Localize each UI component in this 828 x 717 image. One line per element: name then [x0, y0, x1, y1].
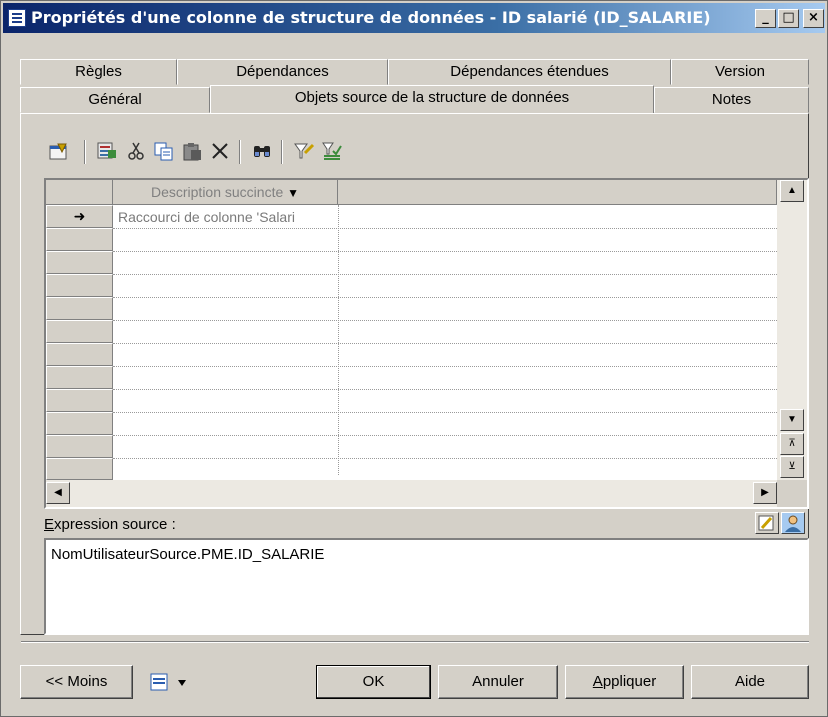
row-header[interactable] [46, 297, 113, 320]
row-header[interactable] [46, 458, 113, 480]
column-header-description[interactable]: Description succincte ▼ [113, 180, 338, 205]
divider [21, 641, 809, 643]
properties-icon[interactable] [48, 140, 70, 162]
grid-line [113, 274, 777, 275]
row-header[interactable] [46, 274, 113, 297]
user-expression-button[interactable] [781, 512, 805, 534]
apply-accesskey: A [592, 673, 603, 690]
grid-line [113, 320, 777, 321]
expression-label-rest: xpression source : [54, 516, 176, 533]
ok-button[interactable]: OK [316, 665, 431, 699]
customize-columns-icon[interactable] [321, 140, 343, 162]
row-header[interactable] [46, 389, 113, 412]
scroll-bottom-button[interactable]: ⊻ [780, 456, 804, 478]
title-bar[interactable]: Propriétés d'une colonne de structure de… [3, 3, 825, 33]
expression-label: Expression source : [44, 516, 176, 533]
paste-icon[interactable] [181, 140, 203, 162]
tab-version[interactable]: Version [671, 59, 809, 85]
scroll-down-button[interactable]: ▼ [780, 409, 804, 431]
row-header[interactable] [46, 343, 113, 366]
horizontal-scrollbar[interactable]: ◀ ▶ [46, 480, 777, 507]
source-objects-grid[interactable]: Description succincte ▼ ➜ Raccourci de c… [44, 178, 809, 509]
tab-dependances-etendues[interactable]: Dépendances étendues [388, 59, 671, 85]
grid-line [338, 205, 339, 475]
scroll-right-button[interactable]: ▶ [753, 482, 777, 504]
filter-icon[interactable] [293, 140, 315, 162]
scroll-top-button[interactable]: ⊼ [780, 433, 804, 455]
current-row-arrow-icon: ➜ [73, 208, 86, 224]
grid-corner-header [46, 180, 113, 205]
row-header[interactable] [46, 251, 113, 274]
tab-objets-source[interactable]: Objets source de la structure de données [210, 85, 654, 113]
delete-icon[interactable] [209, 140, 231, 162]
minimize-button[interactable]: _ [755, 9, 776, 28]
copy-icon[interactable] [153, 140, 175, 162]
less-button[interactable]: << Moins [20, 665, 133, 699]
print-menu-button[interactable] [139, 665, 201, 699]
cancel-button[interactable]: Annuler [438, 665, 558, 699]
scroll-left-button[interactable]: ◀ [46, 482, 70, 504]
row-header[interactable] [46, 435, 113, 458]
grid-line [113, 343, 777, 344]
edit-pencil-icon [758, 515, 774, 531]
print-icon [150, 673, 186, 691]
tab-regles[interactable]: Règles [20, 59, 177, 85]
scroll-up-button[interactable]: ▲ [780, 180, 804, 202]
add-objects-icon[interactable] [96, 140, 118, 162]
row-header[interactable]: ➜ [46, 205, 113, 228]
grid-line [113, 251, 777, 252]
row-header[interactable] [46, 320, 113, 343]
grid-line [113, 297, 777, 298]
chevron-down-icon: ▼ [287, 186, 300, 200]
column-header-label: Description succincte [150, 184, 284, 200]
toolbar-separator [84, 140, 86, 164]
properties-dialog: Propriétés d'une colonne de structure de… [0, 0, 828, 717]
expression-source-input[interactable]: NomUtilisateurSource.PME.ID_SALARIE [44, 538, 809, 635]
window-title: Propriétés d'une colonne de structure de… [31, 8, 711, 27]
tab-general[interactable]: Général [20, 87, 210, 113]
help-button[interactable]: Aide [691, 665, 809, 699]
grid-line [113, 435, 777, 436]
grid-line [113, 366, 777, 367]
row-header[interactable] [46, 366, 113, 389]
user-icon [785, 515, 801, 532]
grid-line [113, 458, 777, 459]
maximize-button[interactable]: □ [778, 9, 799, 28]
apply-button[interactable]: Appliquer [565, 665, 684, 699]
tab-notes[interactable]: Notes [654, 87, 809, 113]
row-header[interactable] [46, 228, 113, 251]
grid-cell-description[interactable]: Raccourci de colonne 'Salari [118, 209, 338, 225]
toolbar-separator [281, 140, 283, 164]
expression-label-accesskey: E [44, 516, 55, 533]
dialog-icon [8, 9, 26, 27]
edit-expression-button[interactable] [755, 512, 779, 534]
column-header-empty [338, 180, 777, 205]
grid-line [113, 228, 777, 229]
tab-dependances[interactable]: Dépendances [177, 59, 388, 85]
row-header[interactable] [46, 412, 113, 435]
vertical-scrollbar[interactable]: ▲ ▼ ⊼ ⊻ [777, 180, 807, 480]
close-button[interactable]: × [803, 9, 824, 28]
cut-icon[interactable] [125, 140, 147, 162]
scrollbar-corner [777, 480, 807, 507]
grid-line [113, 412, 777, 413]
toolbar-separator [239, 140, 241, 164]
find-icon[interactable] [251, 140, 273, 162]
apply-label-rest: ppliquer [602, 673, 657, 690]
grid-line [113, 389, 777, 390]
